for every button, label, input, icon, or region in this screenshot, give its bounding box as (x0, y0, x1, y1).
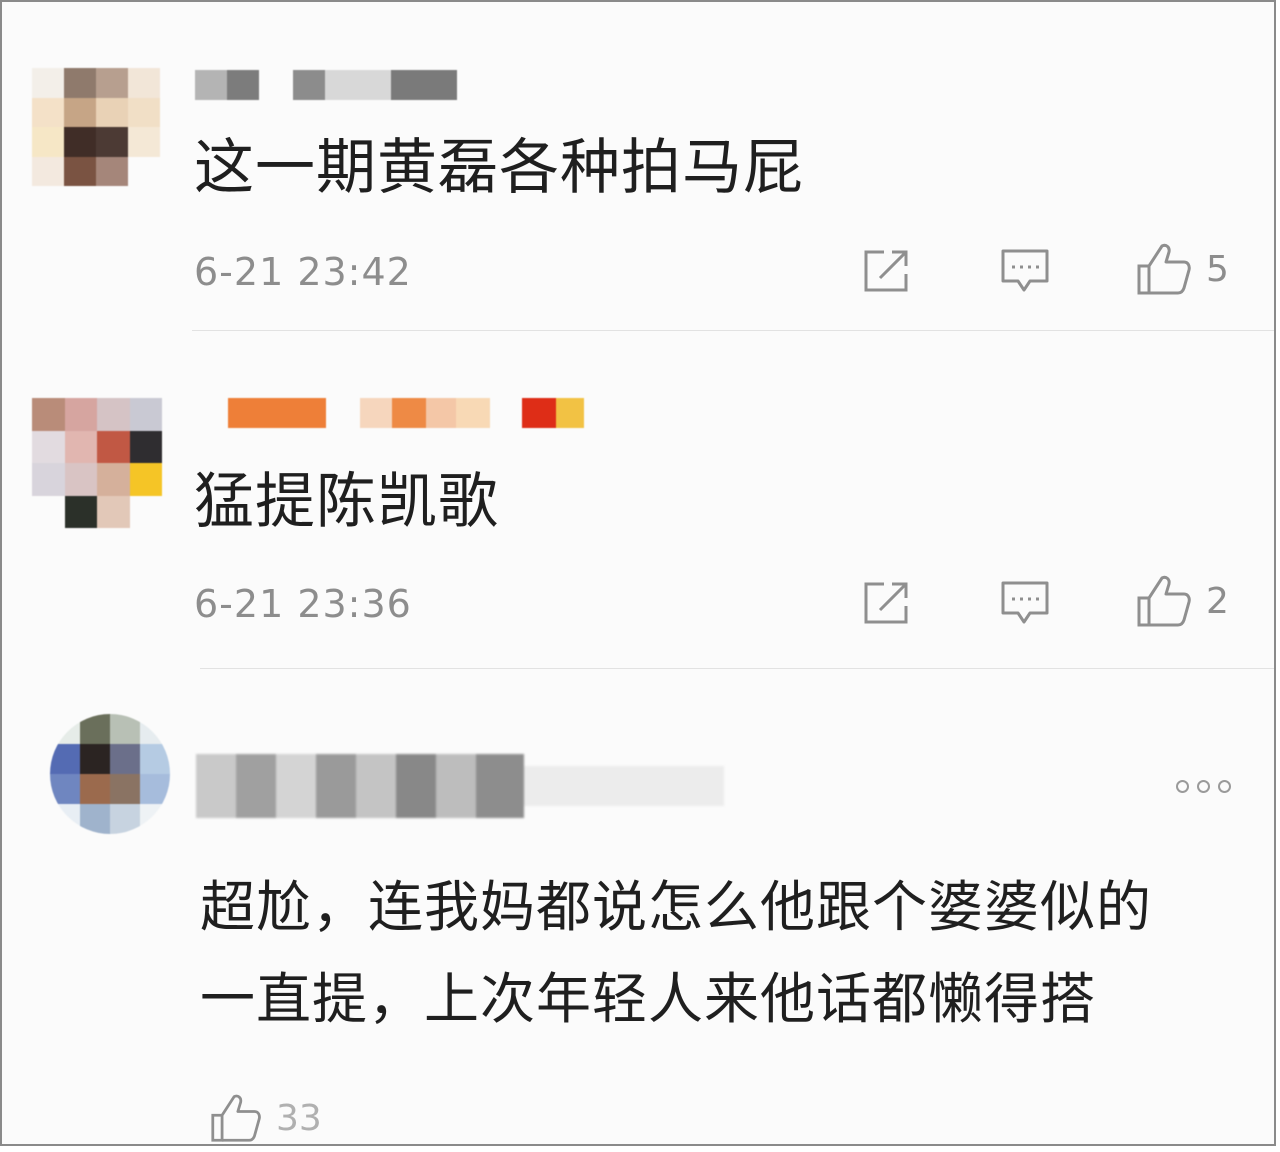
reply-button[interactable] (1000, 580, 1050, 626)
comment-text: 这一期黄磊各种拍马屁 (194, 133, 804, 203)
thumbs-up-icon (1137, 575, 1191, 627)
comment-item: 这一期黄磊各种拍马屁 6-21 23:42 5 (2, 2, 1274, 332)
like-count: 5 (1206, 248, 1229, 290)
like-button[interactable]: 2 (1136, 574, 1229, 628)
share-button[interactable] (862, 580, 912, 626)
share-icon (864, 250, 908, 292)
divider (192, 330, 1274, 331)
comment-item: 超尬，连我妈都说怎么他跟个婆婆似的 一直提，上次年轻人来他话都懒得搭 33 (2, 668, 1274, 1148)
username[interactable] (196, 754, 724, 818)
like-button[interactable]: 5 (1136, 242, 1229, 296)
thumbs-up-icon (1137, 243, 1191, 295)
share-button[interactable] (862, 248, 912, 294)
comment-icon (1001, 581, 1049, 624)
thumbs-up-icon (211, 1094, 261, 1142)
avatar[interactable] (32, 68, 160, 186)
more-options-button[interactable] (1176, 780, 1231, 793)
username[interactable] (228, 398, 584, 428)
comment-item: 猛提陈凯歌 6-21 23:36 2 (2, 332, 1274, 669)
comment-icon (1001, 249, 1049, 292)
like-count: 33 (276, 1097, 322, 1139)
comment-text-line-1: 超尬，连我妈都说怎么他跟个婆婆似的 (200, 875, 1153, 939)
share-icon (864, 582, 908, 624)
avatar[interactable] (50, 714, 170, 834)
like-button[interactable]: 33 (210, 1092, 322, 1144)
comment-timestamp: 6-21 23:42 (194, 250, 412, 294)
avatar[interactable] (32, 398, 162, 528)
like-count: 2 (1206, 580, 1229, 622)
username[interactable] (195, 70, 457, 100)
comment-text: 猛提陈凯歌 (194, 467, 499, 537)
reply-button[interactable] (1000, 248, 1050, 294)
more-options-icon (1176, 780, 1189, 793)
comment-text-line-2: 一直提，上次年轻人来他话都懒得搭 (200, 967, 1097, 1031)
comment-list: 这一期黄磊各种拍马屁 6-21 23:42 5 猛提陈凯歌 6-21 23:36… (0, 0, 1276, 1146)
comment-timestamp: 6-21 23:36 (194, 582, 412, 626)
